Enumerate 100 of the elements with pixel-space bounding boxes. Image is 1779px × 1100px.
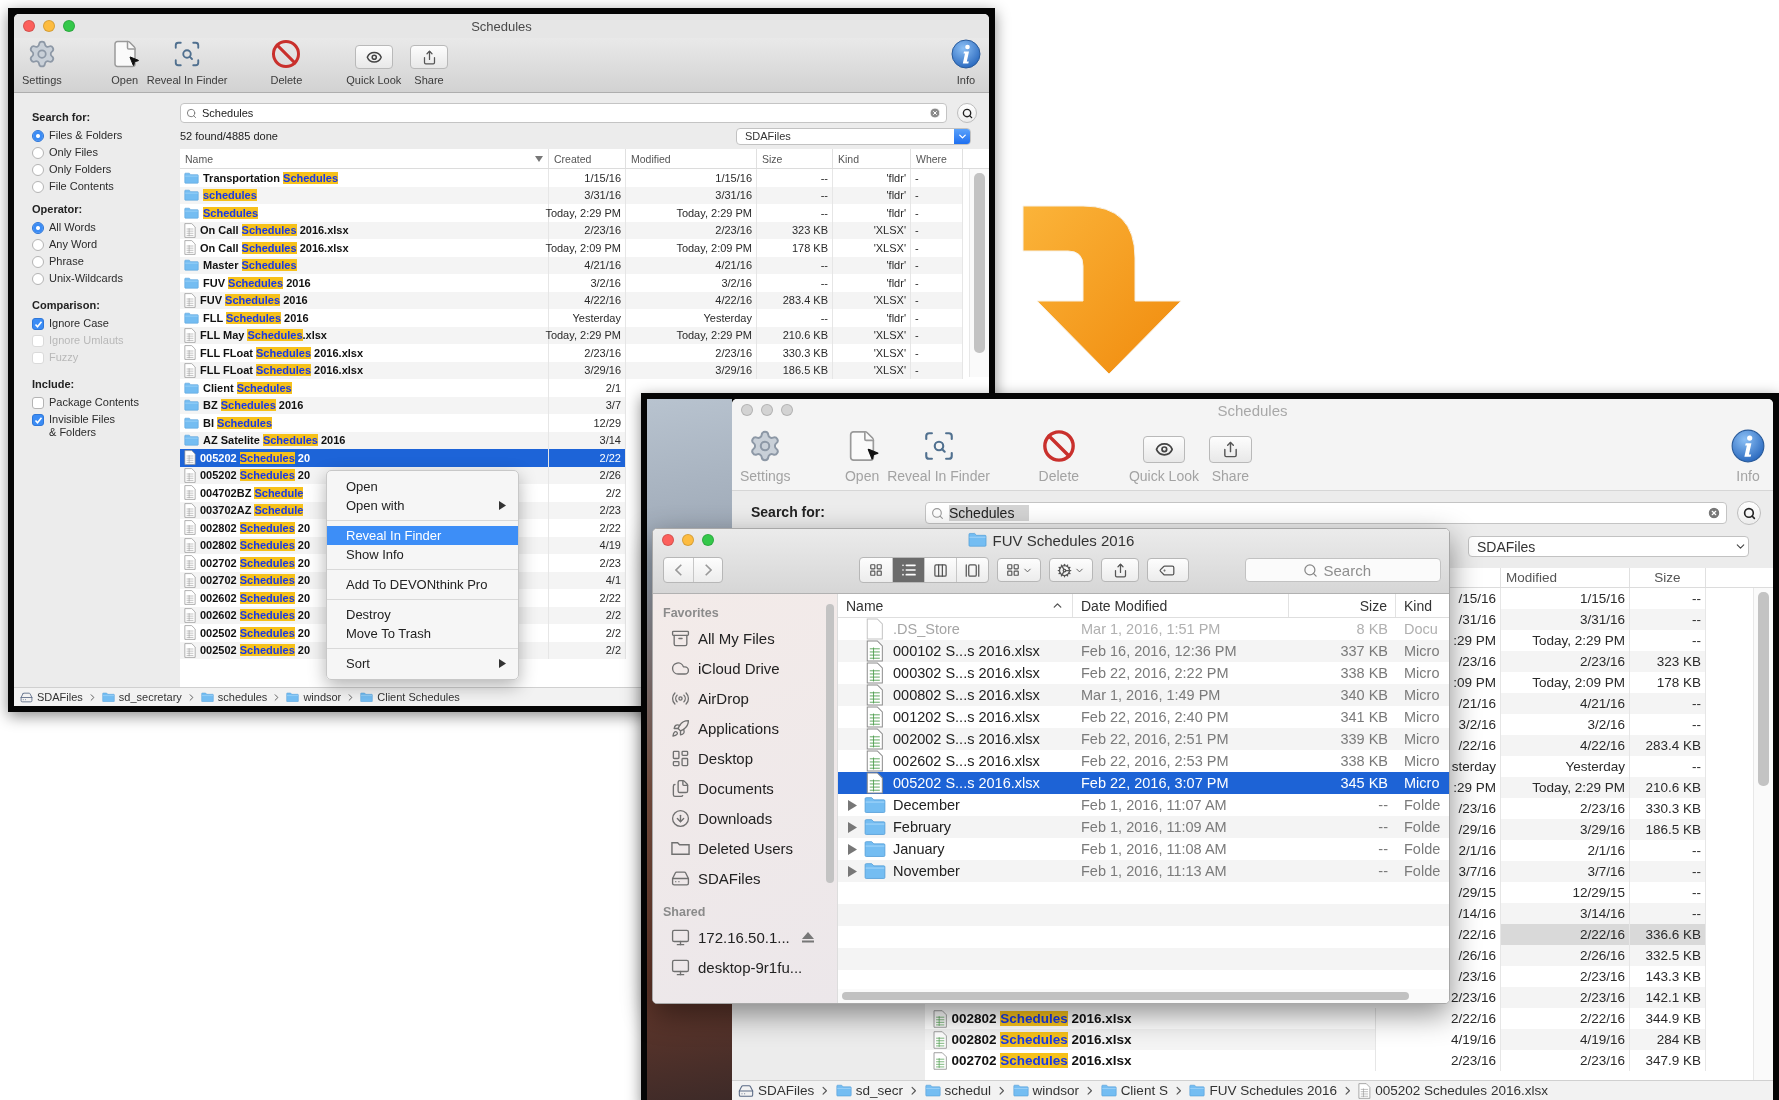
file-size: 341 KB	[1340, 709, 1388, 725]
created-date: 2/22	[549, 449, 626, 467]
file-kind: Micro	[1404, 665, 1440, 681]
created-date: /15/16	[1458, 591, 1496, 606]
file-size: 283.4 KB	[1630, 735, 1706, 756]
file-size: 340 KB	[1340, 687, 1388, 703]
file-size: 337 KB	[1340, 643, 1388, 659]
file-name: 005202 Schedules 20	[200, 451, 311, 464]
modified-date: Mar 1, 2016, 1:49 PM	[1081, 687, 1221, 703]
window-title: Schedules	[1217, 401, 1288, 419]
file-name: On Call Schedules 2016.xlsx	[200, 241, 349, 254]
file-kind: Folde	[1404, 797, 1441, 813]
created-date: /29/16	[1458, 822, 1496, 837]
section-heading: Comparison:	[32, 299, 101, 311]
file-kind: Micro	[1404, 643, 1440, 659]
file-name: 002802 Schedules 2016.xlsx	[951, 1011, 1132, 1026]
file-name: 003702AZ Schedule	[200, 504, 304, 517]
file-name: 002502 Schedules 20	[200, 626, 311, 639]
file-kind: Micro	[1404, 775, 1440, 791]
window-title: FUV Schedules 2016	[967, 531, 1135, 549]
created-date: /21/16	[1458, 696, 1496, 711]
file-name: .DS_Store	[893, 621, 960, 637]
file-name: November	[893, 863, 960, 879]
file-name: 002802 Schedules 20	[200, 539, 311, 552]
file-name: FUV Schedules 2016	[203, 276, 311, 289]
modified-date: Feb 1, 2016, 11:07 AM	[1081, 797, 1227, 813]
created-date: /23/16	[1458, 969, 1496, 984]
modified-date: Feb 22, 2016, 2:40 PM	[1081, 709, 1229, 725]
file-name: 004702BZ Schedule	[200, 486, 304, 499]
file-name: 002602 Schedules 20	[200, 609, 311, 622]
file-kind: Micro	[1404, 753, 1440, 769]
file-name: On Call Schedules 2016.xlsx	[200, 224, 349, 237]
section-heading: Include:	[32, 378, 76, 390]
file-size: 210.6 KB	[1630, 777, 1706, 798]
created-date: 3/7/16	[1458, 864, 1496, 879]
file-name: 001202 S...s 2016.xlsx	[893, 709, 1040, 725]
file-name: FLL FLoat Schedules 2016.xlsx	[200, 364, 364, 377]
file-name: 000802 S...s 2016.xlsx	[893, 687, 1040, 703]
file-name: 000102 S...s 2016.xlsx	[893, 643, 1040, 659]
file-size: --	[1378, 797, 1388, 813]
created-date: /31/16	[1458, 612, 1496, 627]
section-heading: Operator:	[32, 203, 84, 215]
file-name: 005202 Schedules 20	[200, 469, 311, 482]
file-size: 142.1 KB	[1630, 987, 1706, 1008]
created-date: /22/16	[1458, 927, 1496, 942]
file-name: 000302 S...s 2016.xlsx	[893, 665, 1040, 681]
file-name: 002702 Schedules 20	[200, 574, 311, 587]
file-size: --	[1378, 863, 1388, 879]
file-kind: Docu	[1404, 621, 1438, 637]
created-date: 2/23/16	[1450, 1053, 1496, 1068]
created-date: /14/16	[1458, 906, 1496, 921]
file-size: 339 KB	[1340, 731, 1388, 747]
modified-date: Feb 1, 2016, 11:08 AM	[1081, 841, 1227, 857]
file-name: February	[893, 819, 952, 835]
search-for-label: Search for:	[751, 504, 825, 520]
file-size: --	[1630, 609, 1706, 630]
file-name: Transportation Schedules	[203, 171, 339, 184]
sidebar-heading: Favorites	[662, 606, 720, 620]
file-name: 002702 Schedules 20	[200, 556, 311, 569]
created-date: sterday	[1451, 759, 1496, 774]
file-name: December	[893, 797, 960, 813]
file-name: FUV Schedules 2016	[200, 294, 308, 307]
created-date: /23/16	[1458, 654, 1496, 669]
file-kind: Folde	[1404, 863, 1441, 879]
file-size: --	[1630, 861, 1706, 882]
modified-date: Feb 1, 2016, 11:13 AM	[1081, 863, 1227, 879]
created-date: :29 PM	[1453, 780, 1496, 795]
created-date: /29/15	[1458, 885, 1496, 900]
file-name: AZ Satelite Schedules 2016	[203, 434, 346, 447]
modified-date: Feb 16, 2016, 12:36 PM	[1081, 643, 1237, 659]
created-date: /23/16	[1458, 801, 1496, 816]
file-kind: Folde	[1404, 841, 1441, 857]
created-date: /22/16	[1458, 738, 1496, 753]
created-date: 2/1/16	[1458, 843, 1496, 858]
file-name: 002702 Schedules 2016.xlsx	[951, 1053, 1132, 1068]
window-title: Schedules	[471, 18, 532, 34]
created-date: 3/2/16	[1458, 717, 1496, 732]
file-kind: Micro	[1404, 709, 1440, 725]
file-name: Client Schedules	[203, 381, 292, 394]
file-name: FLL May Schedules.xlsx	[200, 329, 327, 342]
file-name: FLL FLoat Schedules 2016.xlsx	[200, 346, 364, 359]
modified-date: Feb 22, 2016, 3:07 PM	[1081, 775, 1229, 791]
created-date: :29 PM	[1453, 633, 1496, 648]
modified-date: Feb 22, 2016, 2:51 PM	[1081, 731, 1229, 747]
file-name: 002502 Schedules 20	[200, 644, 311, 657]
file-name: Schedules	[203, 206, 259, 219]
file-size: 336.6 KB	[1630, 924, 1706, 945]
modified-date: Mar 1, 2016, 1:51 PM	[1081, 621, 1221, 637]
file-name: 002602 S...s 2016.xlsx	[893, 753, 1040, 769]
file-size: 186.5 KB	[1630, 819, 1706, 840]
file-size: 323 KB	[1630, 651, 1706, 672]
file-kind: Folde	[1404, 819, 1441, 835]
created-date: 2/22/16	[1450, 1011, 1496, 1026]
file-size: --	[1630, 903, 1706, 924]
file-name: 002802 Schedules 20	[200, 521, 311, 534]
modified-date: Feb 1, 2016, 11:09 AM	[1081, 819, 1227, 835]
file-size: 332.5 KB	[1630, 945, 1706, 966]
created-date: :09 PM	[1453, 675, 1496, 690]
file-kind: Micro	[1404, 731, 1440, 747]
file-kind: Micro	[1404, 687, 1440, 703]
